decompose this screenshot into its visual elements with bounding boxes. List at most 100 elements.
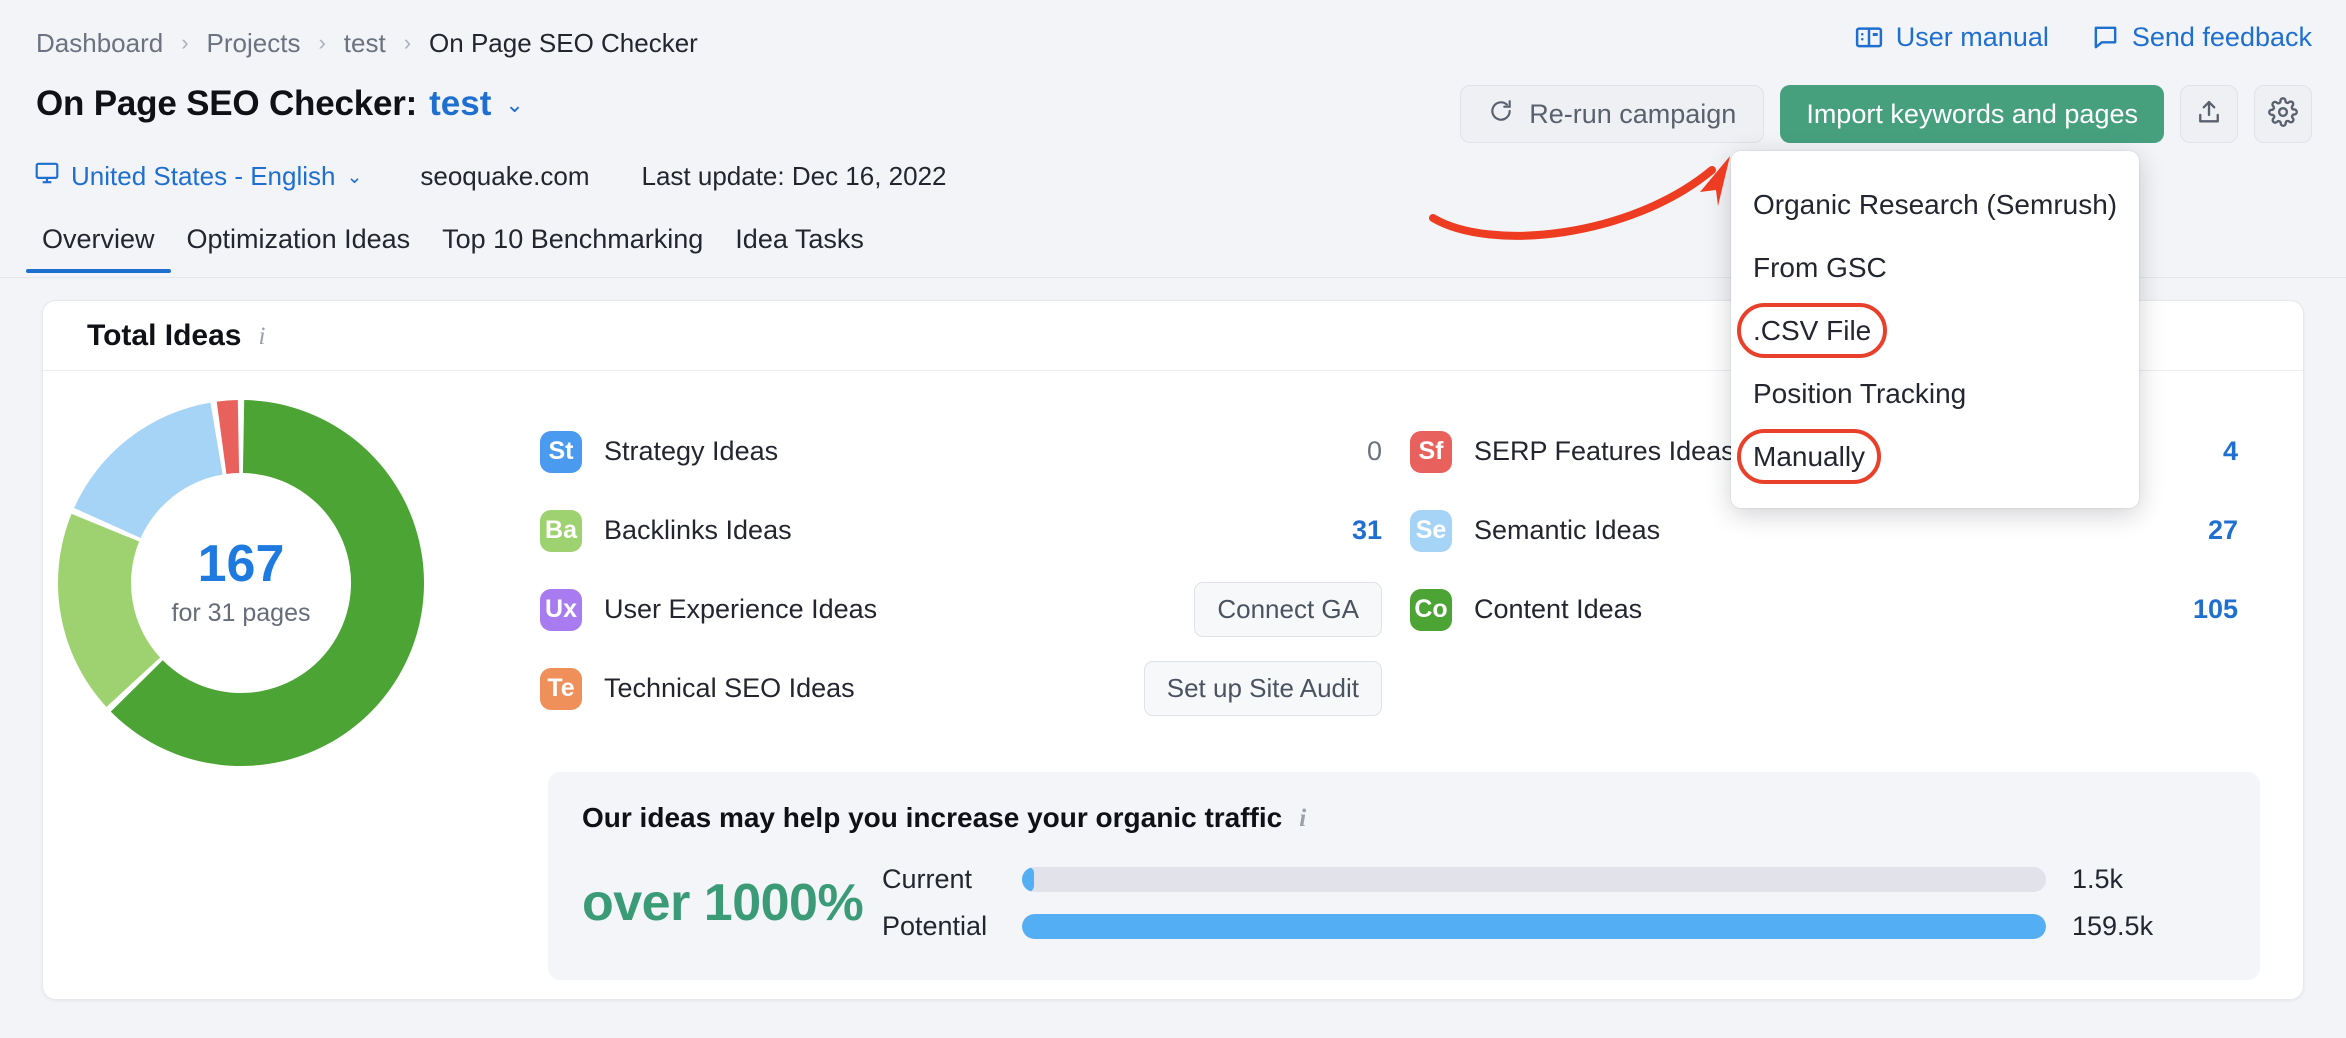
upload-icon <box>2195 98 2223 131</box>
technical-seo-ideas-badge: Te <box>540 667 582 710</box>
book-icon <box>1854 23 1884 53</box>
traffic-panel-body: over 1000% Current 1.5k Potential 159.5k <box>582 856 2260 950</box>
card-title: Total Ideas <box>87 318 242 352</box>
idea-value-wrap: 105 <box>2193 594 2260 625</box>
refresh-icon <box>1488 98 1514 131</box>
list-item[interactable]: St Strategy Ideas 0 <box>540 412 1410 491</box>
locale-selector[interactable]: United States - English ⌄ <box>34 160 362 193</box>
traffic-bar-chart: Current 1.5k Potential 159.5k <box>882 856 2260 950</box>
last-update-label: Last update: Dec 16, 2022 <box>641 161 947 191</box>
breadcrumb-item-dashboard[interactable]: Dashboard <box>36 28 163 59</box>
list-item[interactable]: Ba Backlinks Ideas 31 <box>540 491 1410 570</box>
traffic-panel-title: Our ideas may help you increase your org… <box>582 802 2260 834</box>
idea-label: Backlinks Ideas <box>604 515 792 545</box>
bar-value-potential: 159.5k <box>2072 911 2154 941</box>
list-item[interactable]: Ux User Experience Ideas Connect GA <box>540 570 1410 649</box>
list-item[interactable]: Te Technical SEO Ideas Set up Site Audit <box>540 649 1410 728</box>
user-manual-link[interactable]: User manual <box>1854 22 2049 53</box>
dropdown-item-label: From GSC <box>1753 251 1887 283</box>
idea-value: 31 <box>1351 515 1382 545</box>
import-keywords-button[interactable]: Import keywords and pages <box>1780 85 2164 143</box>
idea-label: Technical SEO Ideas <box>604 673 855 703</box>
set-up-site-audit-button[interactable]: Set up Site Audit <box>1143 661 1382 716</box>
dropdown-item-manually[interactable]: Manually <box>1731 425 2139 488</box>
send-feedback-label: Send feedback <box>2131 22 2312 52</box>
traffic-title-text: Our ideas may help you increase your org… <box>582 802 1283 833</box>
total-ideas-donut-chart: 167 for 31 pages <box>58 400 425 766</box>
semantic-ideas-badge: Se <box>1410 509 1452 552</box>
idea-value-wrap: 0 <box>1367 436 1410 467</box>
traffic-bar-row-potential: Potential 159.5k <box>882 903 2260 950</box>
tab-idea-tasks[interactable]: Idea Tasks <box>719 224 880 273</box>
traffic-bar-row-current: Current 1.5k <box>882 856 2260 903</box>
breadcrumb-separator-icon: › <box>318 29 326 55</box>
strategy-ideas-badge: St <box>540 430 582 473</box>
locale-label: United States - English <box>71 161 336 191</box>
idea-label: Strategy Ideas <box>604 436 779 466</box>
breadcrumb: Dashboard › Projects › test › On Page SE… <box>36 28 698 59</box>
breadcrumb-separator-icon: › <box>181 29 189 55</box>
monitor-icon <box>34 160 60 193</box>
bar-label-potential: Potential <box>882 911 988 941</box>
rerun-campaign-label: Re-run campaign <box>1529 98 1737 129</box>
idea-label: User Experience Ideas <box>604 594 878 624</box>
dropdown-item-label: Position Tracking <box>1753 377 1967 409</box>
list-item[interactable]: Co Content Ideas 105 <box>1410 570 2260 649</box>
idea-action-wrap: Connect GA <box>1194 582 1410 637</box>
idea-label: Content Ideas <box>1474 594 1643 624</box>
idea-value-wrap: 31 <box>1352 515 1410 546</box>
info-icon[interactable]: i <box>258 323 265 351</box>
idea-value: 0 <box>1366 436 1382 466</box>
dropdown-item-csv-file[interactable]: .CSV File <box>1731 299 2139 362</box>
idea-value-wrap: 4 <box>2223 436 2260 467</box>
breadcrumb-separator-icon: › <box>403 29 412 55</box>
dropdown-item-label: Manually <box>1736 428 1882 484</box>
idea-label: Semantic Ideas <box>1474 515 1661 545</box>
bar-fill-current <box>1022 867 1035 892</box>
chevron-down-icon: ⌄ <box>346 167 363 188</box>
settings-button[interactable] <box>2254 85 2312 143</box>
dropdown-item-label: Organic Research (Semrush) <box>1753 188 2118 220</box>
backlinks-ideas-badge: Ba <box>540 509 582 552</box>
bar-fill-potential <box>1022 914 2046 939</box>
page-title-prefix: On Page SEO Checker: <box>36 84 418 123</box>
meta-row: United States - English ⌄ seoquake.com L… <box>34 160 947 193</box>
breadcrumb-item-projects[interactable]: Projects <box>207 28 301 59</box>
chevron-down-icon[interactable]: ⌄ <box>505 92 523 118</box>
bar-label-current: Current <box>882 864 973 894</box>
user-manual-label: User manual <box>1895 22 2049 52</box>
idea-value: 4 <box>2222 436 2238 466</box>
ideas-column-left: St Strategy Ideas 0 Ba Backlinks Ideas 3… <box>540 412 1410 728</box>
tab-top-10-benchmarking[interactable]: Top 10 Benchmarking <box>426 224 719 273</box>
tab-overview-label: Overview <box>42 224 155 254</box>
idea-value-wrap: 27 <box>2208 515 2260 546</box>
tab-optimization-ideas[interactable]: Optimization Ideas <box>171 224 427 273</box>
header-links: User manual Send feedback <box>1854 22 2312 53</box>
breadcrumb-item-test[interactable]: test <box>344 28 386 59</box>
idea-label: SERP Features Ideas <box>1474 436 1735 466</box>
tab-bar: Overview Optimization Ideas Top 10 Bench… <box>26 224 880 273</box>
bar-track-current <box>1022 867 2046 892</box>
idea-value: 27 <box>2207 515 2238 545</box>
user-experience-ideas-badge: Ux <box>540 588 582 631</box>
send-feedback-link[interactable]: Send feedback <box>2091 22 2312 53</box>
bar-track-potential <box>1022 914 2046 939</box>
info-icon[interactable]: i <box>1299 805 1306 833</box>
export-button[interactable] <box>2180 85 2238 143</box>
donut-subtitle: for 31 pages <box>171 599 311 627</box>
dropdown-item-position-tracking[interactable]: Position Tracking <box>1731 362 2139 425</box>
traffic-increase-percent: over 1000% <box>582 874 864 932</box>
comment-icon <box>2091 23 2120 52</box>
page-title-project[interactable]: test <box>429 84 491 124</box>
tab-idea-tasks-label: Idea Tasks <box>735 224 864 254</box>
content-ideas-badge: Co <box>1410 588 1452 631</box>
idea-value: 105 <box>2192 594 2238 624</box>
breadcrumb-item-current: On Page SEO Checker <box>429 28 698 58</box>
connect-ga-button[interactable]: Connect GA <box>1194 582 1382 637</box>
tab-overview[interactable]: Overview <box>26 224 171 273</box>
serp-features-ideas-badge: Sf <box>1410 430 1452 473</box>
bar-value-current: 1.5k <box>2072 864 2124 894</box>
gear-icon <box>2268 96 2298 132</box>
page-root: Dashboard › Projects › test › On Page SE… <box>0 0 2346 1038</box>
dropdown-item-label: .CSV File <box>1736 302 1888 358</box>
